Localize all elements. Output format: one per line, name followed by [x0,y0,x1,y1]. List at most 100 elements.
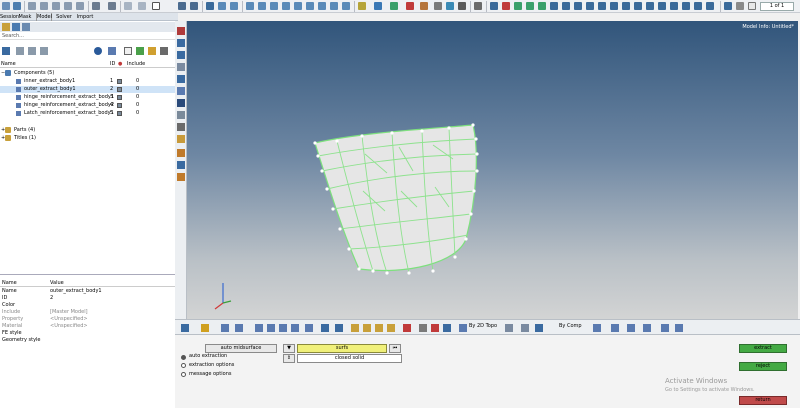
folder-icon[interactable] [2,23,10,31]
tab-solver[interactable]: Solver [56,13,72,21]
mark-icon[interactable] [420,2,428,10]
tree-component-row[interactable]: Latch_reinforcement_extract_body1 5 0 [0,110,178,117]
bt-icon-28[interactable] [661,324,669,332]
radio-extraction-options[interactable] [181,363,186,368]
auto-midsurface-button[interactable]: auto midsurface [205,344,277,353]
delete-icon[interactable] [406,2,414,10]
property-row[interactable]: Include [Master Model] [0,309,178,316]
vt-icon-3[interactable] [177,51,185,59]
closed-solid-option[interactable]: closed solid [297,354,402,363]
mask-icon[interactable] [358,2,366,10]
undo-icon[interactable] [92,2,100,10]
star-icon[interactable] [201,324,209,332]
graphics-viewport[interactable]: Model Info: Untitled* [187,21,798,319]
arrow-up-icon[interactable] [279,324,287,332]
property-row[interactable]: Color [0,302,178,309]
view-iso2-icon[interactable] [306,2,314,10]
bt-icon-18[interactable] [431,324,439,332]
bt-icon-26[interactable] [627,324,635,332]
display-none-icon[interactable] [16,47,24,55]
view-icon[interactable] [124,2,132,10]
reset-icon[interactable]: ⏮ [389,344,401,353]
save-icon[interactable] [13,2,21,10]
bt-icon-25[interactable] [611,324,619,332]
tab-session[interactable]: Session [0,13,19,21]
surfs-selector[interactable]: surfs [297,344,387,353]
vt-icon-6[interactable] [177,87,185,95]
measure9-icon[interactable] [646,2,654,10]
radio-auto-extraction[interactable] [181,355,186,360]
topo-icon[interactable] [459,324,467,332]
vt-icon-5[interactable] [177,75,185,83]
component-view-icon[interactable] [12,23,20,31]
tool-icon[interactable] [434,2,442,10]
bt-icon-12[interactable] [351,324,359,332]
entity-selector-arrow[interactable]: ▼ [283,344,295,353]
bt-icon-4[interactable] [235,324,243,332]
property-row[interactable]: Name outer_extract_body1 [0,288,178,295]
display-all-icon[interactable] [2,47,10,55]
component-color-swatch[interactable] [117,95,122,100]
arrow-down-icon[interactable] [291,324,299,332]
visibility-icon[interactable] [160,47,168,55]
view-iso4-icon[interactable] [330,2,338,10]
bt-icon-16[interactable] [403,324,411,332]
view-iso5-icon[interactable] [342,2,350,10]
tree-view-icon[interactable] [22,23,30,31]
measure10-icon[interactable] [658,2,666,10]
view-bottom-icon[interactable] [258,2,266,10]
component-color-swatch[interactable] [117,103,122,108]
measure12-icon[interactable] [682,2,690,10]
measure2-icon[interactable] [562,2,570,10]
view-left-icon[interactable] [270,2,278,10]
search-field[interactable]: Search... [0,33,178,40]
measure6-icon[interactable] [610,2,618,10]
entity-filter-icon[interactable] [94,47,102,55]
vt-icon-4[interactable] [177,63,185,71]
vt-icon-8[interactable] [177,111,185,119]
measure5-icon[interactable] [598,2,606,10]
extract-button[interactable]: extract [739,344,787,353]
vt-icon-13[interactable] [177,173,185,181]
show-icon[interactable] [178,2,186,10]
bt-icon-15[interactable] [387,324,395,332]
tree-component-row[interactable]: inner_extract_body1 1 0 [0,78,178,85]
bt-icon-29[interactable] [675,324,683,332]
rotate-icon[interactable] [28,2,36,10]
view-top-icon[interactable] [246,2,254,10]
vt-icon-10[interactable] [177,135,185,143]
tree-parts-folder[interactable]: + Parts (4) [0,127,178,134]
camera-icon[interactable] [736,2,744,10]
open-file-icon[interactable] [2,2,10,10]
fit-icon[interactable] [64,2,72,10]
layout-icon[interactable] [138,2,146,10]
comp-icon[interactable] [535,324,543,332]
property-row[interactable]: ID 2 [0,295,178,302]
view-front-icon[interactable] [218,2,226,10]
errors-icon[interactable] [502,2,510,10]
check3-icon[interactable] [538,2,546,10]
bt-icon-1[interactable] [181,324,189,332]
bt-icon-3[interactable] [221,324,229,332]
tab-model[interactable]: Model [36,13,52,21]
property-row[interactable]: Geometry style [0,337,178,344]
radio-message-options[interactable] [181,372,186,377]
option-message-options[interactable]: message options [189,371,231,377]
vt-icon-2[interactable] [177,39,185,47]
window-icon[interactable] [152,2,160,10]
zoom-in-icon[interactable] [335,324,343,332]
color-icon[interactable] [148,47,156,55]
arrow-right-icon[interactable] [267,324,275,332]
view-back-icon[interactable] [230,2,238,10]
arrow-left-icon[interactable] [255,324,263,332]
display-icon[interactable] [374,2,382,10]
measure7-icon[interactable] [622,2,630,10]
view-iso3-icon[interactable] [318,2,326,10]
measure13-icon[interactable] [694,2,702,10]
measure4-icon[interactable] [586,2,594,10]
select-icon[interactable] [390,2,398,10]
check2-icon[interactable] [526,2,534,10]
bt-icon-22[interactable] [521,324,529,332]
model-icon[interactable] [724,2,732,10]
by-topo-select[interactable]: By 2D Topo [469,323,497,329]
